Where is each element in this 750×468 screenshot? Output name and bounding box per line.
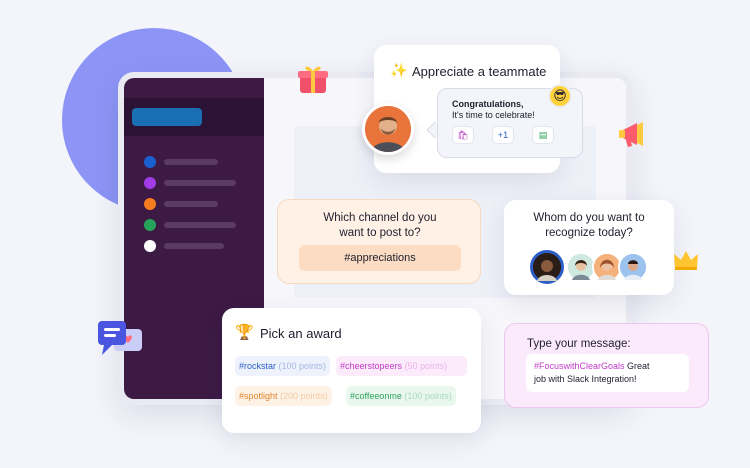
placeholder-bar xyxy=(164,201,218,207)
recognize-question-line1: Whom do you want to xyxy=(533,212,645,224)
channel-card: Which channel do you want to post to? #a… xyxy=(277,199,481,284)
award-tag: #spotlight xyxy=(239,391,278,401)
gift-reaction-icon[interactable]: 🛍 xyxy=(452,126,474,144)
award-option-rockstar[interactable]: #rockstar (100 points) xyxy=(235,356,331,376)
award-points: (100 points) xyxy=(278,361,327,371)
message-hashtag: #FocuswithClearGoals xyxy=(534,361,625,371)
crown-icon xyxy=(672,248,700,277)
award-option-coffeeonme[interactable]: #coffeeonme (100 points) xyxy=(346,386,456,406)
award-points: (200 points) xyxy=(280,391,328,401)
award-points: (100 points) xyxy=(404,391,452,401)
status-dot xyxy=(144,219,156,231)
sunglasses-emoji-icon: 😎 xyxy=(548,84,572,108)
appreciate-title: Appreciate a teammate xyxy=(412,64,547,79)
avatar-selected[interactable] xyxy=(530,250,564,284)
sidebar-workspace-button[interactable] xyxy=(132,108,202,126)
chat-bubbles-icon xyxy=(96,319,144,366)
status-dot xyxy=(144,240,156,252)
award-tag: #cheerstopeers xyxy=(340,361,403,371)
sidebar-item[interactable] xyxy=(144,198,264,210)
channel-question-line2: want to post to? xyxy=(339,227,421,239)
megaphone-icon xyxy=(617,117,653,158)
message-input[interactable]: #FocuswithClearGoals Great job with Slac… xyxy=(526,354,689,392)
sidebar-item[interactable] xyxy=(144,156,264,168)
message-line1: #FocuswithClearGoals Great xyxy=(534,361,650,371)
sidebar-item[interactable] xyxy=(144,240,264,252)
recognize-card: Whom do you want to recognize today? xyxy=(504,200,674,295)
sparkle-icon: ✨ xyxy=(390,62,408,78)
comment-reaction-icon[interactable]: ▤ xyxy=(532,126,554,144)
award-card: 🏆 Pick an award #rockstar (100 points) #… xyxy=(222,308,481,433)
message-line1-rest: Great xyxy=(624,361,650,371)
gift-icon xyxy=(296,62,330,101)
award-option-spotlight[interactable]: #spotlight (200 points) xyxy=(235,386,332,406)
recognize-question-line2: recognize today? xyxy=(545,227,633,239)
congrats-line2: It's time to celebrate! xyxy=(452,110,535,120)
award-tag: #coffeeonme xyxy=(350,391,402,401)
message-title: Type your message: xyxy=(527,338,631,350)
placeholder-bar xyxy=(164,159,218,165)
status-dot xyxy=(144,198,156,210)
status-dot xyxy=(144,177,156,189)
avatar[interactable] xyxy=(618,252,648,282)
award-option-cheerstopeers[interactable]: #cheerstopeers (50 points) xyxy=(336,356,467,376)
avatar xyxy=(362,103,414,155)
award-points: (50 points) xyxy=(404,361,448,371)
placeholder-bar xyxy=(164,180,236,186)
channel-question-line1: Which channel do you xyxy=(323,212,437,224)
plus-one-reaction[interactable]: +1 xyxy=(492,126,514,144)
placeholder-bar xyxy=(164,222,236,228)
award-tag: #rockstar xyxy=(239,361,277,371)
placeholder-bar xyxy=(164,243,224,249)
congrats-line1: Congratulations, xyxy=(452,99,524,109)
message-card: Type your message: #FocuswithClearGoals … xyxy=(504,323,709,408)
sidebar-item[interactable] xyxy=(144,219,264,231)
award-title: Pick an award xyxy=(260,326,342,341)
message-line2: job with Slack Integration! xyxy=(534,374,637,384)
channel-select[interactable]: #appreciations xyxy=(299,245,461,271)
sidebar-item[interactable] xyxy=(144,177,264,189)
status-dot xyxy=(144,156,156,168)
trophy-icon: 🏆 xyxy=(235,324,254,341)
